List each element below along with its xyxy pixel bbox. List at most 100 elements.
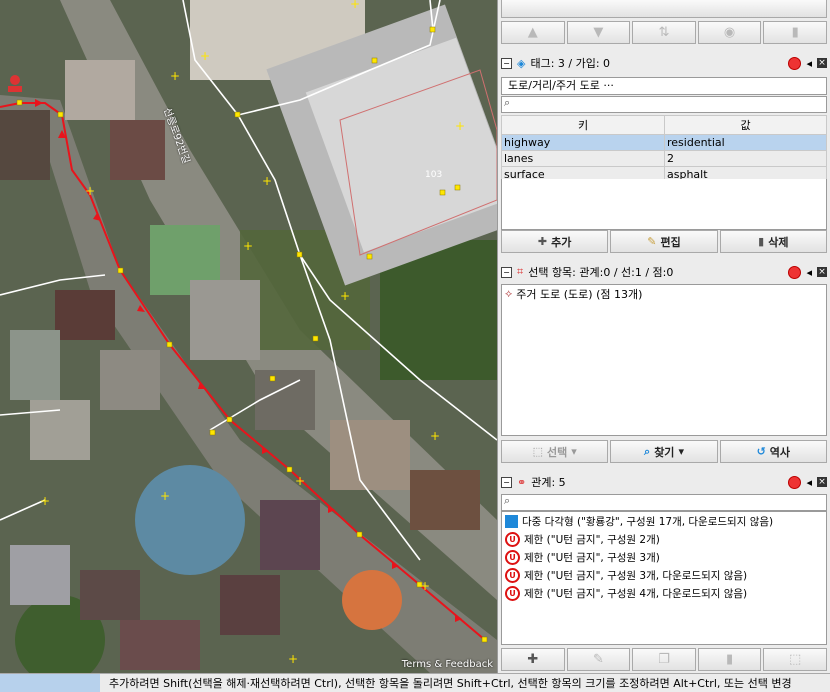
add-tag-button[interactable]: ✚ 추가	[501, 230, 609, 253]
trash-icon: ▮	[758, 235, 765, 248]
duplicate-relation-icon[interactable]: ❐	[632, 648, 696, 671]
tag-search-input[interactable]	[501, 96, 827, 113]
history-button[interactable]: ↺ 역사	[719, 440, 827, 463]
no-u-turn-icon: U	[505, 567, 520, 583]
table-row[interactable]: lanes 2	[501, 150, 827, 167]
list-item[interactable]: U 제한 ("U턴 금지", 구성원 3개, 다운로드되지 않음)	[502, 566, 826, 584]
no-u-turn-icon: U	[505, 531, 520, 547]
collapse-icon[interactable]: −	[501, 476, 512, 488]
svg-text:+: +	[420, 579, 430, 593]
tag-icon: ◈	[517, 56, 526, 70]
svg-text:+: +	[170, 69, 180, 83]
sort-icon[interactable]: ⇅	[632, 21, 696, 44]
list-item[interactable]: 다중 다각형 ("황룡강", 구성원 17개, 다운로드되지 않음)	[502, 512, 826, 530]
search-label: 찾기	[654, 445, 675, 459]
trash-icon[interactable]: ▮	[763, 21, 827, 44]
select-label: 선택	[546, 445, 568, 459]
svg-text:+: +	[243, 239, 253, 253]
table-row[interactable]: highway residential	[501, 134, 827, 151]
select-members-icon[interactable]: ⬚	[763, 648, 827, 671]
collapse-icon[interactable]: −	[501, 266, 512, 278]
collapse-icon[interactable]: −	[501, 57, 512, 69]
list-item[interactable]: ⟡ 주거 도로 (도로) (점 13개)	[502, 285, 826, 303]
selection-list: ⟡ 주거 도로 (도로) (점 13개)	[501, 284, 827, 436]
tag-key: highway	[501, 134, 665, 151]
magnifier-icon: ⌕	[644, 444, 651, 458]
edit-icon: ✎	[647, 235, 657, 248]
relation-icon: ⚭	[517, 475, 527, 489]
status-left-indicator	[0, 674, 100, 692]
help-icon[interactable]	[788, 265, 802, 279]
svg-text:+: +	[160, 489, 170, 503]
search-button[interactable]: ⌕ 찾기 ▾	[610, 440, 718, 463]
history-label: 역사	[769, 445, 791, 459]
no-u-turn-icon: U	[505, 549, 520, 565]
tag-table-empty	[501, 179, 827, 230]
selection-actions: ⬚ 선택 ▾ ⌕ 찾기 ▾ ↺ 역사	[501, 440, 827, 463]
delete-label: 삭제	[768, 235, 789, 249]
tag-value: 2	[664, 150, 827, 167]
edit-relation-icon[interactable]: ✎	[566, 648, 631, 671]
toolbar-top-button	[501, 0, 827, 18]
pin-icon[interactable]: ◂	[806, 266, 812, 279]
select-icon: ⬚	[532, 445, 543, 458]
edit-tag-button[interactable]: ✎ 편집	[610, 230, 718, 253]
close-icon[interactable]: ×	[817, 267, 827, 277]
relation-label: 제한 ("U턴 금지", 구성원 4개, 다운로드되지 않음)	[524, 587, 748, 600]
tag-value: residential	[664, 134, 827, 151]
pin-icon[interactable]: ◂	[806, 57, 812, 70]
relation-list: 다중 다각형 ("황룡강", 구성원 17개, 다운로드되지 않음) U 제한 …	[501, 511, 827, 645]
selection-panel-header: − ⌗ 선택 항목: 관계:0 / 선:1 / 점:0 ◂ ×	[501, 264, 827, 280]
svg-text:+: +	[262, 174, 272, 188]
svg-text:+: +	[340, 289, 350, 303]
svg-text:+: +	[350, 0, 360, 11]
status-bar: 추가하려면 Shift(선택을 해제·재선택하려면 Ctrl), 선택한 항목을…	[0, 673, 830, 692]
close-icon[interactable]: ×	[817, 477, 827, 487]
list-item[interactable]: U 제한 ("U턴 금지", 구성원 4개, 다운로드되지 않음)	[502, 584, 826, 602]
history-icon: ↺	[756, 445, 766, 458]
dropdown-icon: ▾	[571, 445, 577, 458]
building-number: 103	[425, 170, 443, 180]
svg-text:+: +	[455, 119, 465, 133]
svg-text:+: +	[200, 49, 210, 63]
help-icon[interactable]	[788, 475, 802, 489]
pin-icon[interactable]: ◂	[806, 476, 812, 489]
map-view[interactable]: + + + + + + + + + + + + + + 선릉로92번길 103 Terms & F…	[0, 0, 497, 673]
delete-relation-icon[interactable]: ▮	[697, 648, 762, 671]
tag-table: 키 값 highway residential lanes 2 surface …	[501, 115, 827, 183]
column-key[interactable]: 키	[501, 115, 665, 135]
column-value[interactable]: 값	[664, 115, 827, 135]
eye-icon[interactable]: ◉	[697, 21, 762, 44]
no-u-turn-icon: U	[505, 585, 520, 601]
list-item[interactable]: U 제한 ("U턴 금지", 구성원 2개)	[502, 530, 826, 548]
relation-search-input[interactable]	[501, 494, 827, 511]
list-item[interactable]: U 제한 ("U턴 금지", 구성원 3개)	[502, 548, 826, 566]
relations-panel-title: 관계: 5	[531, 476, 566, 489]
terms-link[interactable]: Terms & Feedback	[402, 659, 493, 670]
move-up-icon[interactable]: ▲	[501, 21, 565, 44]
selection-panel-title: 선택 항목: 관계:0 / 선:1 / 점:0	[528, 266, 674, 279]
tags-panel-title: 태그: 3 / 가입: 0	[530, 57, 611, 70]
svg-text:+: +	[85, 184, 95, 198]
multipolygon-icon	[505, 514, 518, 528]
preset-selector[interactable]: 도로/거리/주거 도로 ···	[501, 77, 827, 95]
edit-label: 편집	[660, 235, 681, 249]
relation-label: 제한 ("U턴 금지", 구성원 3개, 다운로드되지 않음)	[524, 569, 748, 582]
help-icon[interactable]	[788, 56, 802, 70]
move-down-icon[interactable]: ▼	[566, 21, 631, 44]
close-icon[interactable]: ×	[817, 58, 827, 68]
plus-icon: ✚	[537, 235, 548, 248]
select-button[interactable]: ⬚ 선택 ▾	[501, 440, 609, 463]
way-toolbar: ▲ ▼ ⇅ ◉ ▮	[501, 21, 827, 44]
add-label: 추가	[551, 235, 572, 249]
selection-icon: ⌗	[517, 265, 524, 278]
svg-text:+: +	[295, 474, 305, 488]
relation-label: 제한 ("U턴 금지", 구성원 3개)	[524, 551, 660, 564]
relation-actions: ✚ ✎ ❐ ▮ ⬚	[501, 648, 827, 671]
svg-text:+: +	[40, 494, 50, 508]
add-relation-icon[interactable]: ✚	[501, 648, 565, 671]
aerial-imagery: + + + + + + + + + + + + + +	[0, 0, 497, 673]
way-icon: ⟡	[505, 287, 513, 300]
delete-tag-button[interactable]: ▮ 삭제	[719, 230, 827, 253]
svg-text:+: +	[430, 429, 440, 443]
